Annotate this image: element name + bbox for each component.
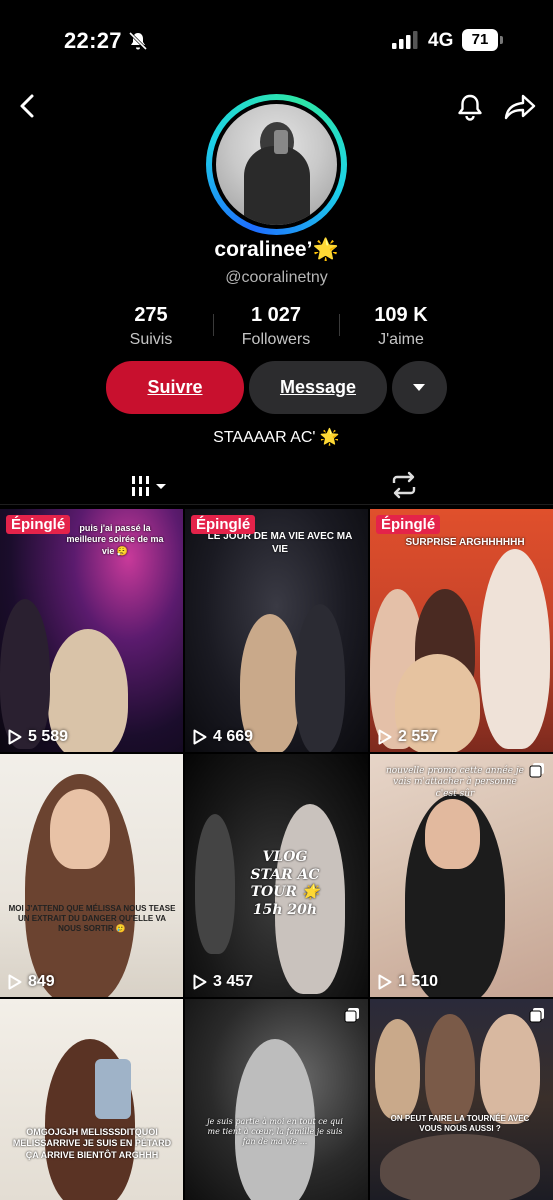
stat-label: Followers [241,331,311,348]
play-icon [8,974,22,990]
bio: STAAAAR AC' 🌟 [213,429,340,446]
view-count: 849 [8,973,55,991]
chevron-down-icon [413,384,425,391]
video-thumbnail[interactable]: VLOG STAR AC TOUR 🌟 15h 20h 3 457 [185,754,368,997]
view-count: 4 669 [193,728,253,746]
multi-photo-icon [344,1008,359,1023]
stat-label: Suivis [129,331,173,348]
avatar-phone [274,130,288,154]
video-caption: VLOG STAR AC TOUR 🌟 15h 20h [250,849,320,918]
play-icon [378,974,392,990]
bell-icon[interactable] [455,92,485,122]
thumbnail-figure [375,1019,420,1119]
multi-photo-icon [529,1008,544,1023]
signal-icon [392,31,418,49]
video-caption: ON PEUT FAIRE LA TOURNÉE AVEC VOUS NOUS … [390,1114,530,1133]
video-thumbnail[interactable]: nouvelle promo cette année je vais m'att… [370,754,553,997]
view-count: 1 510 [378,973,438,991]
thumbnail-figure [380,1134,540,1200]
stat-label: J'aime [378,331,424,348]
bell-off-icon [128,31,148,51]
back-icon[interactable] [14,92,42,120]
view-count-value: 5 589 [28,728,69,745]
video-caption: puis j'ai passé la meilleure soirée de m… [66,523,164,556]
stat-divider [213,314,214,336]
video-caption: OMGOJGJH MELISSSDITQUOI MELISSARRIVE JE … [12,1127,172,1160]
stat-following[interactable]: 275 Suivis [91,304,211,349]
thumbnail-figure [425,1014,475,1124]
video-thumbnail[interactable]: LE JOUR DE MA VIE AVEC MA VIE Épinglé 4 … [185,509,368,752]
play-icon [8,729,22,745]
thumbnail-figure [480,549,550,749]
stat-value: 1 027 [250,304,302,326]
stat-likes[interactable]: 109 K J'aime [341,304,461,349]
battery-icon: 71 [462,29,498,51]
repost-tab-icon[interactable] [389,470,419,500]
status-bar: 22:27 4G 71 [0,0,553,80]
play-icon [193,729,207,745]
video-caption: je suis partie à moi en tout ce qui me t… [207,1117,343,1146]
pinned-badge: Épinglé [376,515,441,534]
thumbnail-figure [195,814,235,954]
view-count-value: 3 457 [213,973,254,990]
video-thumbnail[interactable]: ON PEUT FAIRE LA TOURNÉE AVEC VOUS NOUS … [370,999,553,1200]
video-thumbnail[interactable]: SURPRISE ARGHHHHHH Épinglé 2 557 [370,509,553,752]
video-caption: LE JOUR DE MA VIE AVEC MA VIE [207,531,353,555]
more-options-button[interactable] [392,361,447,414]
video-thumbnail[interactable]: MOI J'ATTEND QUE MÉLISSA NOUS TEASE UN E… [0,754,183,997]
video-thumbnail[interactable]: puis j'ai passé la meilleure soirée de m… [0,509,183,752]
view-count-value: 2 557 [398,728,439,745]
play-icon [378,729,392,745]
battery-tip [500,36,503,44]
thumbnail-figure [425,799,480,869]
video-thumbnail[interactable]: OMGOJGJH MELISSSDITQUOI MELISSARRIVE JE … [0,999,183,1200]
display-name: coralinee’🌟 [214,238,339,261]
username-handle: @cooralinetny [225,269,328,286]
share-icon[interactable] [504,92,536,122]
message-button[interactable]: Message [249,361,387,414]
stat-value: 109 K [374,304,428,326]
pinned-badge: Épinglé [191,515,256,534]
status-time: 22:27 [64,28,122,53]
thumbnail-figure [0,599,50,749]
pinned-badge: Épinglé [6,515,71,534]
thumbnail-figure [50,789,110,869]
play-icon [193,974,207,990]
view-count-value: 1 510 [398,973,439,990]
tab-divider [0,504,553,505]
avatar-figure [244,146,310,225]
view-count-value: 4 669 [213,728,254,745]
view-count: 3 457 [193,973,253,991]
view-count-value: 849 [28,973,55,990]
avatar-story-ring[interactable] [206,94,347,235]
stat-followers[interactable]: 1 027 Followers [216,304,336,349]
avatar [216,104,337,225]
thumbnail-figure [295,604,345,752]
view-count: 2 557 [378,728,438,746]
stat-value: 275 [134,304,168,326]
video-caption: nouvelle promo cette année je vais m'att… [385,766,525,799]
videos-tab-grid-icon[interactable] [130,472,170,500]
video-thumbnail[interactable]: je suis partie à moi en tout ce qui me t… [185,999,368,1200]
video-caption: MOI J'ATTEND QUE MÉLISSA NOUS TEASE UN E… [8,904,176,933]
thumbnail-phone [95,1059,131,1119]
view-count: 5 589 [8,728,68,746]
multi-photo-icon [529,763,544,778]
video-caption: SURPRISE ARGHHHHHH [405,537,525,548]
network-type: 4G [428,30,454,51]
thumbnail-figure [480,1014,540,1124]
stat-divider [339,314,340,336]
follow-button[interactable]: Suivre [106,361,244,414]
